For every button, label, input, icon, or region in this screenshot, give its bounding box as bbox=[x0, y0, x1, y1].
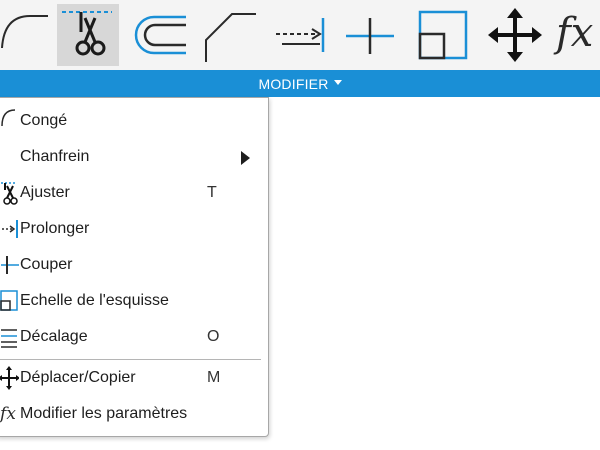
fillet-icon bbox=[1, 15, 48, 49]
panel-title-text: MODIFIER bbox=[258, 75, 329, 92]
modify-toolbar: fx bbox=[0, 0, 600, 70]
change-parameters-icon: fx bbox=[0, 404, 16, 424]
menu-item-label: Chanfrein bbox=[20, 148, 90, 165]
extend-icon bbox=[0, 212, 19, 246]
caret-down-icon bbox=[333, 80, 342, 85]
move-copy-icon bbox=[488, 8, 542, 62]
trim-icon bbox=[62, 11, 112, 56]
menu-item-label: Décalage bbox=[20, 328, 88, 345]
menu-item-offset[interactable]: Décalage O bbox=[0, 320, 268, 354]
offset-tool-button[interactable] bbox=[128, 4, 192, 66]
sketch-scale-icon bbox=[418, 10, 468, 60]
sketch-scale-tool-button[interactable] bbox=[412, 4, 474, 66]
menu-item-label: Ajuster bbox=[20, 184, 70, 201]
break-icon bbox=[346, 18, 394, 54]
menu-item-trim[interactable]: Ajuster T bbox=[0, 176, 268, 210]
chamfer-icon bbox=[205, 13, 256, 62]
menu-item-label: Echelle de l'esquisse bbox=[20, 292, 169, 309]
change-parameters-tool-button[interactable]: fx bbox=[556, 4, 600, 66]
menu-item-shortcut: T bbox=[207, 184, 217, 201]
menu-item-move-copy[interactable]: Déplacer/Copier M bbox=[0, 361, 268, 395]
menu-item-chamfer[interactable]: Chanfrein bbox=[0, 140, 268, 174]
trim-icon bbox=[0, 176, 19, 210]
menu-item-extend[interactable]: Prolonger bbox=[0, 212, 268, 246]
menu-item-label: Congé bbox=[20, 112, 68, 129]
offset-icon bbox=[0, 320, 19, 354]
modify-panel-title[interactable]: MODIFIER bbox=[0, 70, 600, 97]
menu-item-label: Prolonger bbox=[20, 220, 90, 237]
break-tool-button[interactable] bbox=[340, 4, 400, 66]
modify-dropdown-menu: Congé Chanfrein Ajuster T Prolonger Coup… bbox=[0, 97, 269, 437]
modify-panel-header[interactable]: MODIFIER bbox=[0, 70, 600, 97]
menu-item-shortcut: O bbox=[207, 328, 220, 345]
break-icon bbox=[0, 248, 19, 282]
move-copy-tool-button[interactable] bbox=[484, 4, 546, 66]
sketch-scale-icon bbox=[0, 284, 19, 318]
menu-item-label: Modifier les paramètres bbox=[20, 405, 188, 422]
menu-item-change-parameters[interactable]: fx Modifier les paramètres bbox=[0, 397, 268, 431]
menu-item-break[interactable]: Couper bbox=[0, 248, 268, 282]
trim-tool-button[interactable] bbox=[57, 4, 119, 66]
extend-icon bbox=[276, 18, 325, 52]
submenu-arrow-icon bbox=[241, 151, 250, 165]
menu-item-label: Déplacer/Copier bbox=[20, 369, 136, 386]
move-copy-icon bbox=[0, 361, 19, 395]
chamfer-tool-button[interactable] bbox=[198, 4, 260, 66]
menu-item-shortcut: M bbox=[207, 369, 221, 386]
menu-separator bbox=[0, 359, 261, 360]
offset-icon bbox=[134, 15, 186, 55]
menu-item-sketch-scale[interactable]: Echelle de l'esquisse bbox=[0, 284, 268, 318]
menu-item-label: Couper bbox=[20, 256, 73, 273]
menu-item-fillet[interactable]: Congé bbox=[0, 104, 268, 138]
change-parameters-icon: fx bbox=[556, 10, 594, 56]
fillet-tool-button[interactable] bbox=[0, 4, 50, 66]
extend-tool-button[interactable] bbox=[270, 4, 332, 66]
fillet-icon bbox=[0, 104, 19, 138]
